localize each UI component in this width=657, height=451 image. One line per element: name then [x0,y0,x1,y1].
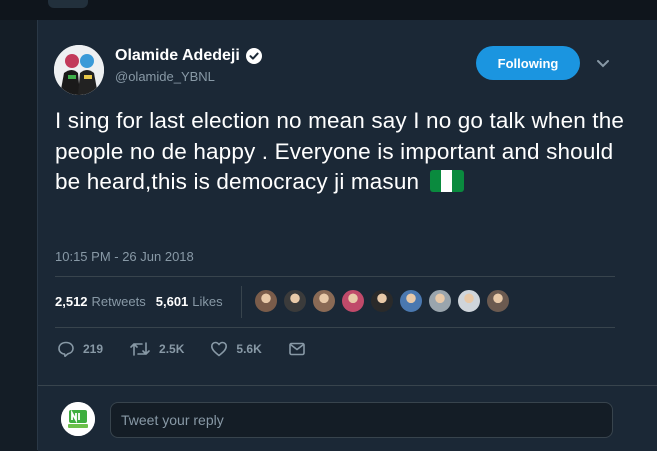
liker-avatar[interactable] [370,289,394,313]
retweet-action[interactable]: 2.5K [129,340,184,358]
liker-avatar[interactable] [283,289,307,313]
replies-count: 219 [83,342,104,356]
liker-avatar[interactable] [399,289,423,313]
reply-icon [58,341,74,357]
liker-avatar[interactable] [457,289,481,313]
retweet-icon [130,342,150,356]
author-avatar[interactable] [54,45,104,95]
tweet-actions: 219 2.5K 5.6K [57,340,340,358]
liker-avatar[interactable] [254,289,278,313]
author-name[interactable]: Olamide Adedeji [115,47,240,65]
user-logo-icon [61,402,95,436]
tweet-card: Olamide Adedeji @olamide_YBNL Following … [37,20,657,451]
likes-stat[interactable]: 5,601 Likes [156,294,223,309]
like-action[interactable]: 5.6K [210,340,262,358]
avatar-image-icon [54,45,104,95]
likes-label: Likes [192,294,223,309]
author-handle[interactable]: @olamide_YBNL [115,69,215,84]
likes-count: 5,601 [155,294,189,309]
direct-message-action[interactable] [288,341,314,357]
following-button[interactable]: Following [476,46,580,80]
author-name-row[interactable]: Olamide Adedeji [115,47,262,65]
stats-separator [241,286,242,318]
nigeria-flag-icon [429,170,464,192]
envelope-icon [288,342,305,356]
retweets-count: 2,512 [55,294,88,309]
retweets-label: Retweets [91,294,146,309]
liker-avatar[interactable] [341,289,365,313]
liker-avatar[interactable] [312,289,336,313]
tweet-text: I sing for last election no mean say I n… [55,106,635,198]
previous-tweet-stub [48,0,88,8]
liker-avatar[interactable] [428,289,452,313]
divider [55,276,615,277]
tweet-reply-input[interactable] [110,402,613,438]
liker-avatar[interactable] [486,289,510,313]
tweet-stats: 2,512 Retweets 5,601 Likes [55,294,233,309]
likers-avatars [254,289,515,313]
previous-tweet-strip [0,0,657,20]
retweets-action-count: 2.5K [159,342,185,356]
heart-icon [211,341,228,357]
verified-badge-icon [245,48,262,64]
reply-action[interactable]: 219 [57,340,103,358]
current-user-avatar [61,402,95,436]
divider [55,327,615,328]
chevron-down-icon[interactable] [595,58,611,70]
tweet-body: I sing for last election no mean say I n… [55,108,625,194]
retweets-stat[interactable]: 2,512 Retweets [55,294,146,309]
likes-action-count: 5.6K [236,342,262,356]
tweet-timestamp[interactable]: 10:15 PM - 26 Jun 2018 [55,249,194,264]
